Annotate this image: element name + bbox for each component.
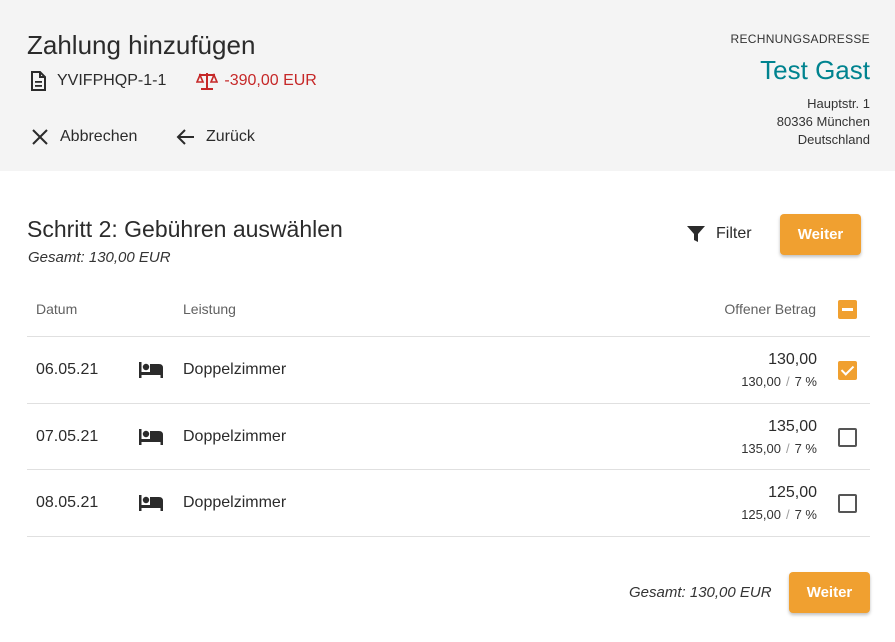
table-divider — [27, 536, 870, 537]
cancel-label: Abbrechen — [60, 128, 138, 145]
bed-icon — [138, 494, 164, 512]
separator: / — [785, 374, 790, 389]
cancel-button[interactable]: Abbrechen — [30, 127, 137, 147]
reservation-reference: YVIFPHQP-1-1 — [57, 72, 167, 89]
select-all-checkbox[interactable] — [838, 300, 857, 319]
table-row: 07.05.21 Doppelzimmer 135,00 135,00 / 7 % — [27, 404, 870, 470]
separator: / — [785, 507, 790, 522]
scale-icon — [196, 71, 219, 91]
table-row: 06.05.21 Doppelzimmer 130,00 130,00 / 7 % — [27, 337, 870, 403]
step-total: Gesamt: 130,00 EUR — [28, 249, 171, 266]
row-checkbox[interactable] — [838, 361, 857, 380]
column-header-amount: Offener Betrag — [724, 301, 816, 317]
row-checkbox[interactable] — [838, 428, 857, 447]
row-service: Doppelzimmer — [183, 428, 287, 445]
row-tax-rate: 7 % — [794, 507, 817, 522]
row-tax-rate: 7 % — [794, 374, 817, 389]
address-country: Deutschland — [797, 132, 870, 147]
filter-button[interactable]: Filter — [686, 224, 752, 244]
column-header-service: Leistung — [183, 301, 236, 317]
row-sub-amount: 125,00 / 7 % — [741, 507, 817, 522]
row-date: 06.05.21 — [36, 361, 99, 378]
bed-icon — [138, 361, 164, 379]
bed-icon — [138, 428, 164, 446]
row-sub-amount: 135,00 / 7 % — [741, 441, 817, 456]
row-checkbox[interactable] — [838, 494, 857, 513]
billing-address: RECHNUNGSADRESSE Test Gast Hauptstr. 1 8… — [731, 32, 871, 149]
back-label: Zurück — [206, 128, 255, 145]
back-button[interactable]: Zurück — [176, 127, 255, 147]
page-header: Zahlung hinzufügen YVIFPHQP-1-1 -390,00 … — [0, 0, 895, 171]
row-net-amount: 135,00 — [741, 441, 781, 456]
row-sub-amount: 130,00 / 7 % — [741, 374, 817, 389]
row-tax-rate: 7 % — [794, 441, 817, 456]
next-button-top[interactable]: Weiter — [780, 214, 861, 255]
guest-name: Test Gast — [760, 55, 870, 85]
row-net-amount: 130,00 — [741, 374, 781, 389]
column-header-date: Datum — [36, 301, 78, 317]
reference-row: YVIFPHQP-1-1 -390,00 EUR — [29, 70, 317, 92]
step-title: Schritt 2: Gebühren auswählen — [27, 216, 343, 242]
table-row: 08.05.21 Doppelzimmer 125,00 125,00 / 7 % — [27, 470, 870, 536]
row-amount: 125,00 — [768, 484, 817, 501]
document-icon — [29, 71, 47, 91]
balance-display: -390,00 EUR — [196, 71, 317, 91]
next-button-bottom[interactable]: Weiter — [789, 572, 870, 613]
row-date: 08.05.21 — [36, 494, 99, 511]
address-city: 80336 München — [776, 114, 870, 129]
row-net-amount: 125,00 — [741, 507, 781, 522]
billing-address-label: RECHNUNGSADRESSE — [730, 32, 870, 46]
arrow-left-icon — [176, 129, 194, 145]
page-title: Zahlung hinzufügen — [27, 30, 256, 60]
row-amount: 130,00 — [768, 351, 817, 368]
balance-amount: -390,00 EUR — [224, 72, 317, 89]
filter-label: Filter — [716, 225, 752, 242]
address-street: Hauptstr. 1 — [807, 96, 870, 111]
row-service: Doppelzimmer — [183, 494, 287, 511]
row-service: Doppelzimmer — [183, 361, 287, 378]
filter-icon — [687, 226, 705, 242]
close-icon — [32, 129, 48, 145]
footer-total: Gesamt: 130,00 EUR — [629, 584, 772, 601]
row-amount: 135,00 — [768, 418, 817, 435]
separator: / — [785, 441, 790, 456]
row-date: 07.05.21 — [36, 428, 99, 445]
